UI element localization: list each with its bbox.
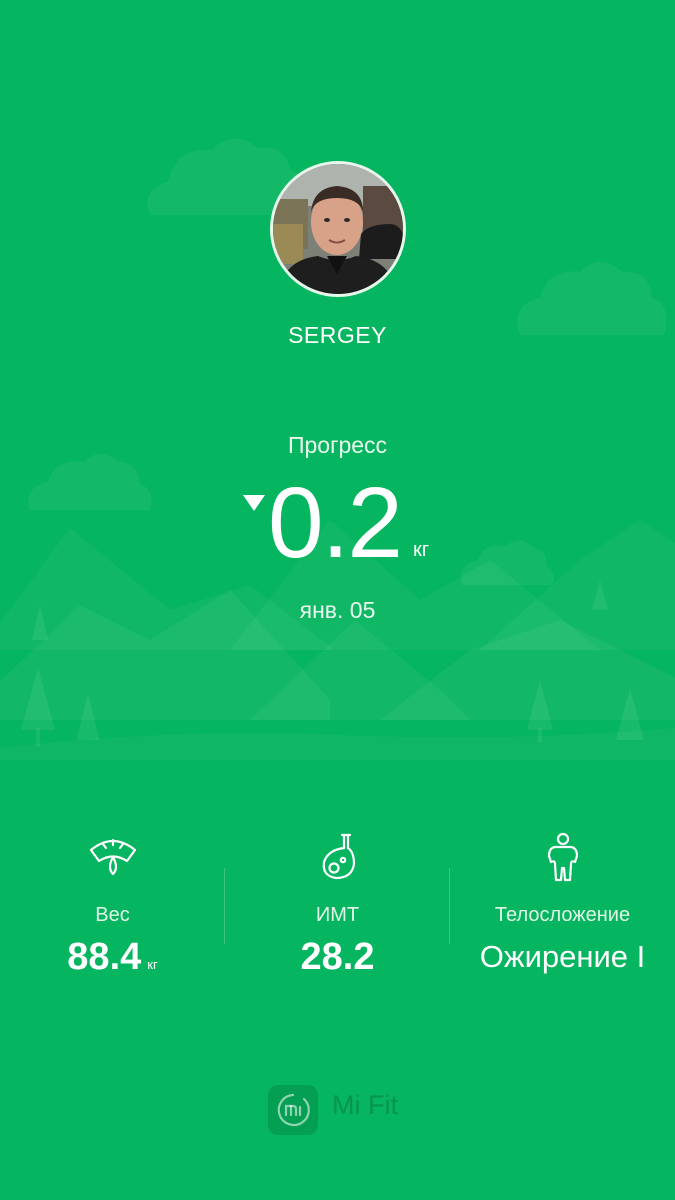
mi-logo-icon xyxy=(268,1085,318,1135)
progress-readout[interactable]: 0.2 кг xyxy=(0,468,675,578)
stat-bmi-value: 28.2 xyxy=(300,936,375,978)
stat-weight-value: 88.4 кг xyxy=(67,936,158,978)
landscape-background xyxy=(0,138,675,760)
user-name: SERGEY xyxy=(288,322,387,348)
stat-weight[interactable]: Вес 88.4 кг xyxy=(0,830,225,990)
scale-icon xyxy=(89,838,136,876)
stat-body-type-label: Телосложение xyxy=(494,904,631,926)
user-avatar[interactable] xyxy=(270,161,406,297)
stat-bmi-label: ИМТ xyxy=(315,904,360,926)
progress-label: Прогресс xyxy=(287,432,388,458)
stat-body-type[interactable]: Телосложение Ожирение I xyxy=(450,830,675,990)
user-photo xyxy=(273,164,403,294)
screen: SERGEY Прогресс 0.2 кг янв. 05 Вес 88.4 к… xyxy=(0,0,675,1200)
progress-value: 0.2 xyxy=(268,467,403,579)
stat-body-type-value: Ожирение I xyxy=(479,939,646,974)
stat-weight-label: Вес xyxy=(95,904,130,926)
progress-unit: кг xyxy=(413,539,430,561)
progress-date: янв. 05 xyxy=(299,597,376,623)
body-figure-icon xyxy=(547,832,578,882)
triangle-down-icon xyxy=(243,495,265,511)
stat-bmi[interactable]: ИМТ 28.2 xyxy=(225,830,450,990)
bmi-flask-icon xyxy=(322,833,355,880)
stat-weight-unit: кг xyxy=(147,957,158,972)
brand-name: Mi Fit xyxy=(332,1090,398,1120)
